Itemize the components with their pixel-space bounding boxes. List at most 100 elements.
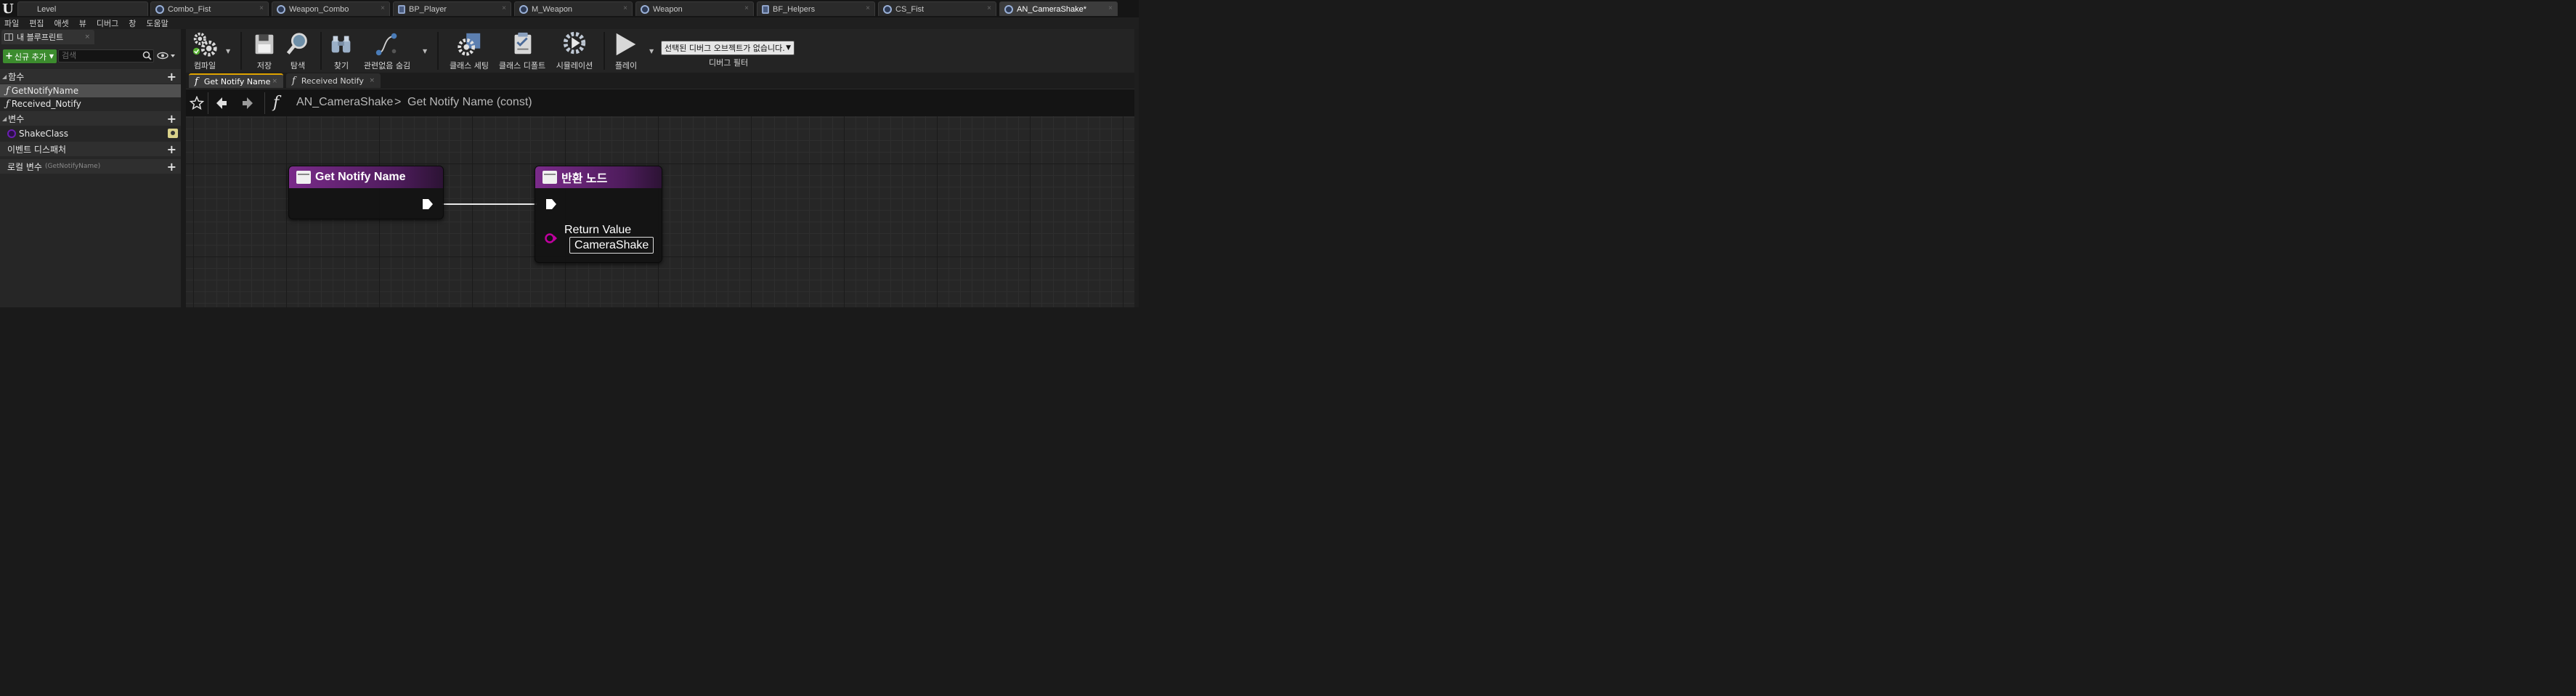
- close-icon[interactable]: ×: [1108, 4, 1113, 12]
- function-item-received-notify[interactable]: ƒ Received_Notify: [0, 97, 181, 110]
- function-item-label: Received_Notify: [11, 99, 81, 109]
- search-input[interactable]: 검색: [58, 49, 154, 62]
- collapse-triangle-icon: ◢: [2, 73, 7, 80]
- forward-arrow-icon[interactable]: [241, 96, 254, 110]
- class-settings-gear-icon: [458, 33, 481, 56]
- class-defaults-button[interactable]: 클래스 디폴트: [498, 31, 546, 71]
- exec-in-pin-icon[interactable]: [545, 198, 557, 210]
- chevron-down-icon: ▼: [49, 53, 54, 60]
- graph-tab-received-notify[interactable]: f Received Notify ×: [286, 73, 381, 88]
- return-node[interactable]: 반환 노드 Return Value CameraShake: [535, 166, 662, 263]
- close-icon[interactable]: ×: [369, 77, 375, 84]
- doc-tab-bp-player[interactable]: BP_Player ×: [393, 1, 511, 16]
- hide-unrelated-button[interactable]: 관련없음 숨김: [363, 31, 411, 71]
- close-icon[interactable]: ×: [84, 33, 90, 41]
- search-icon[interactable]: [142, 51, 152, 60]
- doc-tab-combo-fist[interactable]: Combo_Fist ×: [150, 1, 269, 16]
- add-dispatcher-button[interactable]: +: [167, 142, 176, 156]
- add-function-button[interactable]: +: [167, 70, 176, 84]
- doc-tab-level[interactable]: Level: [17, 1, 148, 16]
- close-icon[interactable]: ×: [272, 78, 277, 85]
- object-pin-icon[interactable]: [545, 232, 558, 244]
- right-edge-scroll-strip: [1134, 29, 1139, 307]
- function-icon: f: [292, 75, 296, 86]
- hide-unrelated-dropdown-icon[interactable]: ▼: [423, 48, 427, 54]
- graph-navigation-bar: f AN_CameraShake > Get Notify Name (cons…: [186, 89, 1139, 116]
- doc-tab-an-camerashake[interactable]: AN_CameraShake* ×: [999, 1, 1118, 16]
- doc-tab-label: CS_Fist: [895, 4, 925, 14]
- exec-out-pin-icon[interactable]: [422, 198, 434, 210]
- add-new-button[interactable]: + 신규 추가 ▼: [3, 49, 57, 63]
- section-local-variables[interactable]: 로컬 변수 (GetNotifyName) +: [0, 159, 181, 174]
- function-icon: ƒ: [6, 85, 9, 97]
- star-icon[interactable]: [190, 96, 204, 110]
- menu-help[interactable]: 도움말: [146, 17, 168, 29]
- class-settings-button[interactable]: 클래스 세팅: [447, 31, 491, 71]
- doc-tab-cs-fist[interactable]: CS_Fist ×: [878, 1, 996, 16]
- simulation-gear-play-icon: [563, 31, 586, 54]
- menu-view[interactable]: 뷰: [79, 17, 86, 29]
- variable-item-shakeclass[interactable]: ShakeClass: [0, 127, 181, 140]
- section-variables[interactable]: ◢ 변수 +: [0, 111, 181, 126]
- function-library-icon: [762, 4, 769, 14]
- section-event-dispatchers[interactable]: 이벤트 디스패처 +: [0, 142, 181, 156]
- function-node-icon: [543, 171, 557, 184]
- toolbar-separator: [320, 32, 322, 70]
- close-icon[interactable]: ×: [744, 4, 749, 12]
- menu-edit[interactable]: 편집: [29, 17, 44, 29]
- variable-item-label: ShakeClass: [19, 129, 69, 139]
- doc-tab-weapon-combo[interactable]: Weapon_Combo ×: [272, 1, 390, 16]
- section-functions[interactable]: ◢ 함수 +: [0, 69, 181, 84]
- node-title: 반환 노드: [561, 173, 608, 185]
- toolbar-separator: [240, 32, 242, 70]
- function-item-getnotifyname[interactable]: ƒ GetNotifyName: [0, 84, 181, 97]
- doc-tab-bf-helpers[interactable]: BF_Helpers ×: [757, 1, 875, 16]
- skeletal-mesh-icon: [641, 4, 649, 14]
- doc-tab-label: M_Weapon: [532, 4, 573, 14]
- return-value-class-select[interactable]: CameraShake: [569, 237, 654, 254]
- close-icon[interactable]: ×: [623, 4, 627, 12]
- menu-window[interactable]: 창: [129, 17, 136, 29]
- function-entry-node[interactable]: Get Notify Name: [288, 166, 444, 219]
- save-button[interactable]: 저장: [251, 31, 277, 71]
- eye-icon[interactable]: [157, 51, 176, 60]
- close-icon[interactable]: ×: [502, 4, 506, 12]
- compile-button[interactable]: 컴파일: [190, 31, 219, 71]
- find-button[interactable]: 찾기: [328, 31, 354, 71]
- save-label: 저장: [256, 61, 272, 70]
- override-function-icon: ƒ: [6, 98, 9, 110]
- blueprint-graph-canvas[interactable]: Get Notify Name 반환 노드 Return Value Camer…: [186, 116, 1139, 307]
- menu-debug[interactable]: 디버그: [97, 17, 118, 29]
- breadcrumb-current: Get Notify Name (const): [407, 96, 532, 108]
- back-arrow-icon[interactable]: [215, 96, 228, 110]
- anim-montage-icon: [155, 4, 164, 14]
- panel-tab-my-blueprint[interactable]: 내 블루프린트 ×: [1, 30, 94, 44]
- breadcrumb-root[interactable]: AN_CameraShake: [296, 96, 393, 109]
- play-label: 플레이: [614, 61, 638, 70]
- doc-tab-m-weapon[interactable]: M_Weapon ×: [514, 1, 633, 16]
- menu-asset[interactable]: 애셋: [54, 17, 69, 29]
- compile-options-dropdown-icon[interactable]: ▼: [226, 48, 230, 54]
- compile-label: 컴파일: [193, 61, 216, 70]
- close-icon[interactable]: ×: [987, 4, 991, 12]
- add-local-variable-button[interactable]: +: [167, 160, 176, 174]
- simulation-button[interactable]: 시뮬레이션: [552, 31, 597, 71]
- class-variable-icon: [7, 129, 16, 138]
- menu-file[interactable]: 파일: [4, 17, 19, 29]
- find-label: 찾기: [333, 61, 349, 70]
- add-variable-button[interactable]: +: [167, 112, 176, 126]
- panel-tab-label: 내 블루프린트: [17, 33, 64, 42]
- play-options-dropdown-icon[interactable]: ▼: [649, 48, 654, 54]
- doc-tab-label: Weapon: [653, 4, 683, 14]
- book-icon: [4, 33, 13, 41]
- visibility-eye-icon[interactable]: [168, 129, 178, 138]
- close-icon[interactable]: ×: [381, 4, 385, 12]
- play-button[interactable]: 플레이: [612, 31, 641, 71]
- graph-tab-get-notify-name[interactable]: f Get Notify Name ×: [189, 73, 283, 88]
- play-icon: [616, 33, 636, 56]
- close-icon[interactable]: ×: [259, 4, 264, 12]
- close-icon[interactable]: ×: [866, 4, 870, 12]
- doc-tab-weapon[interactable]: Weapon ×: [635, 1, 754, 16]
- browse-button[interactable]: 탐색: [283, 31, 312, 71]
- debug-object-select[interactable]: 선택된 디버그 오브젝트가 없습니다. ▼: [661, 41, 795, 55]
